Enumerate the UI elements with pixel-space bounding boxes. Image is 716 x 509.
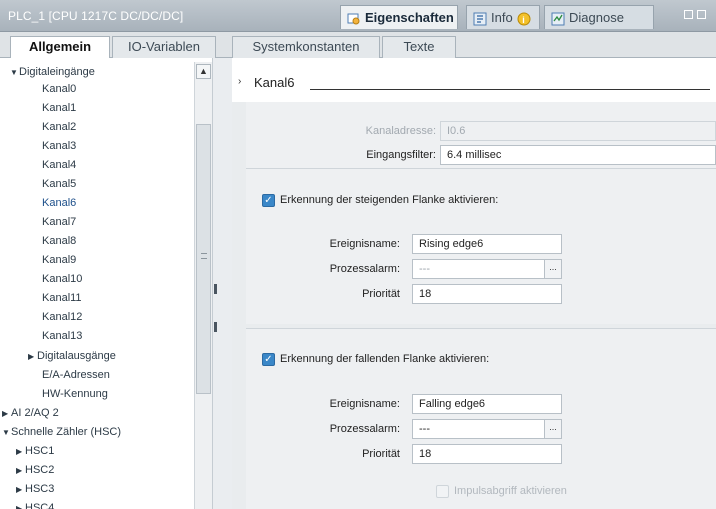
tree-node-channel[interactable]: Kanal11	[42, 292, 82, 304]
tree-node-channel[interactable]: Kanal5	[42, 178, 76, 190]
rising-edge-label: Erkennung der steigenden Flanke aktivier…	[280, 194, 499, 206]
falling-event-label: Ereignisname:	[329, 398, 400, 410]
falling-priority-field[interactable]: 18	[412, 444, 562, 464]
tree-node-channel[interactable]: Kanal6	[42, 197, 76, 209]
navigation-tree: ▼Digitaleingänge Kanal0 Kanal1 Kanal2 Kanal…	[0, 58, 216, 509]
expanded-icon[interactable]: ▼	[10, 68, 19, 77]
falling-edge-checkbox[interactable]: ✓	[262, 353, 275, 366]
tree-node-ai-aq[interactable]: ▶ AI 2/AQ 2	[2, 407, 59, 419]
rising-priority-field[interactable]: 18	[412, 284, 562, 304]
rising-edge-checkbox[interactable]: ✓	[262, 194, 275, 207]
info-icon: i	[517, 12, 531, 26]
channel-address-field: I0.6	[440, 121, 716, 141]
tree-node-channel[interactable]: Kanal12	[42, 311, 82, 323]
properties-pane: › Kanal6 Kanaladresse: I0.6 Eingangsfilt…	[232, 58, 716, 509]
info-tab-icon	[473, 12, 487, 26]
properties-icon	[347, 12, 361, 26]
tree-node-digitaleingaenge[interactable]: ▼Digitaleingänge	[10, 66, 95, 78]
tree-node-channel[interactable]: Kanal0	[42, 83, 76, 95]
scroll-thumb[interactable]	[196, 124, 211, 394]
rising-edge-block: ✓ Erkennung der steigenden Flanke aktivi…	[246, 168, 716, 324]
tree-node-digitalausgaenge[interactable]: ▶ Digitalausgänge	[28, 350, 116, 362]
rising-event-field[interactable]: Rising edge6	[412, 234, 562, 254]
falling-alarm-label: Prozessalarm:	[329, 423, 400, 435]
scroll-up-icon[interactable]: ▲	[196, 64, 211, 79]
tab-texte[interactable]: Texte	[382, 36, 456, 58]
device-title: PLC_1 [CPU 1217C DC/DC/DC]	[8, 9, 184, 23]
tree-node-hsc[interactable]: ▼Schnelle Zähler (HSC)	[2, 426, 121, 438]
tab-info[interactable]: Info i	[466, 5, 540, 29]
tree-node-channel[interactable]: Kanal1	[42, 102, 76, 114]
tree-node-hsc-item[interactable]: ▶ HSC2	[16, 464, 54, 476]
browse-icon[interactable]: ...	[544, 419, 562, 439]
tree-node-ea-adressen[interactable]: E/A-Adressen	[42, 369, 110, 381]
collapsed-icon[interactable]: ▶	[16, 504, 25, 509]
diagnose-icon	[551, 12, 565, 26]
rising-alarm-field[interactable]: --- ...	[412, 259, 562, 279]
channel-settings-block: Kanaladresse: I0.6 Eingangsfilter: 6.4 m…	[246, 102, 716, 168]
expanded-icon[interactable]: ▼	[2, 428, 11, 437]
falling-alarm-value: ---	[419, 423, 430, 435]
collapsed-icon[interactable]: ▶	[28, 352, 37, 361]
tree-node-hsc-item[interactable]: ▶ HSC3	[16, 483, 54, 495]
tree-node-channel[interactable]: Kanal2	[42, 121, 76, 133]
rising-alarm-label: Prozessalarm:	[329, 263, 400, 275]
pulse-label: Impulsabgriff aktivieren	[454, 485, 567, 497]
rising-event-label: Ereignisname:	[329, 238, 400, 250]
tree-node-channel[interactable]: Kanal4	[42, 159, 76, 171]
falling-priority-label: Priorität	[362, 448, 400, 460]
collapsed-icon[interactable]: ▶	[16, 485, 25, 494]
falling-edge-label: Erkennung der fallenden Flanke aktiviere…	[280, 353, 490, 365]
rising-priority-label: Priorität	[362, 288, 400, 300]
rising-alarm-value: ---	[419, 263, 430, 275]
tree-node-channel[interactable]: Kanal13	[42, 330, 82, 342]
collapsed-icon[interactable]: ▶	[16, 466, 25, 475]
maximize-icon[interactable]	[697, 10, 706, 19]
restore-icon[interactable]	[684, 10, 693, 19]
svg-text:i: i	[522, 15, 525, 25]
falling-edge-block: ✓ Erkennung der fallenden Flanke aktivie…	[246, 328, 716, 509]
falling-event-field[interactable]: Falling edge6	[412, 394, 562, 414]
tree-node-hsc-item[interactable]: ▶ HSC1	[16, 445, 54, 457]
channel-address-label: Kanaladresse:	[365, 125, 436, 137]
collapsed-icon[interactable]: ▶	[16, 447, 25, 456]
input-filter-field[interactable]: 6.4 millisec	[440, 145, 716, 165]
tree-node-hw-kennung[interactable]: HW-Kennung	[42, 388, 108, 400]
splitter-marker-icon	[214, 322, 217, 332]
tab-io-variablen[interactable]: IO-Variablen	[112, 36, 216, 58]
pulse-checkbox[interactable]	[436, 485, 449, 498]
tab-systemkonstanten[interactable]: Systemkonstanten	[232, 36, 380, 58]
tree-scrollbar[interactable]: ▲	[194, 62, 212, 509]
splitter-marker-icon	[214, 284, 217, 294]
browse-icon[interactable]: ...	[544, 259, 562, 279]
section-title: Kanal6	[254, 75, 295, 90]
collapsed-icon[interactable]: ▶	[2, 409, 11, 418]
window-buttons	[684, 10, 706, 19]
inspector-titlebar: PLC_1 [CPU 1217C DC/DC/DC] Eigenschaften…	[0, 0, 716, 32]
section-divider	[310, 89, 710, 90]
tree-node-channel[interactable]: Kanal7	[42, 216, 76, 228]
scroll-grip-icon	[201, 253, 207, 259]
tree-node-channel[interactable]: Kanal10	[42, 273, 82, 285]
tab-info-label: Info	[491, 10, 513, 25]
tree-node-channel[interactable]: Kanal8	[42, 235, 76, 247]
tree-node-hsc-item[interactable]: ▶ HSC4	[16, 502, 54, 509]
tab-diagnose-label: Diagnose	[569, 10, 624, 25]
falling-alarm-field[interactable]: --- ...	[412, 419, 562, 439]
property-tab-row: Allgemein IO-Variablen Systemkonstanten …	[0, 32, 716, 59]
tab-allgemein[interactable]: Allgemein	[10, 36, 110, 59]
tab-diagnose[interactable]: Diagnose	[544, 5, 654, 29]
section-header: › Kanal6	[232, 58, 716, 102]
tree-node-channel[interactable]: Kanal9	[42, 254, 76, 266]
tree-node-channel[interactable]: Kanal3	[42, 140, 76, 152]
section-chevron-icon[interactable]: ›	[238, 76, 241, 87]
pane-splitter[interactable]	[212, 58, 232, 509]
tab-eigenschaften-label: Eigenschaften	[365, 10, 454, 25]
input-filter-label: Eingangsfilter:	[366, 149, 436, 161]
tab-eigenschaften[interactable]: Eigenschaften	[340, 5, 458, 29]
